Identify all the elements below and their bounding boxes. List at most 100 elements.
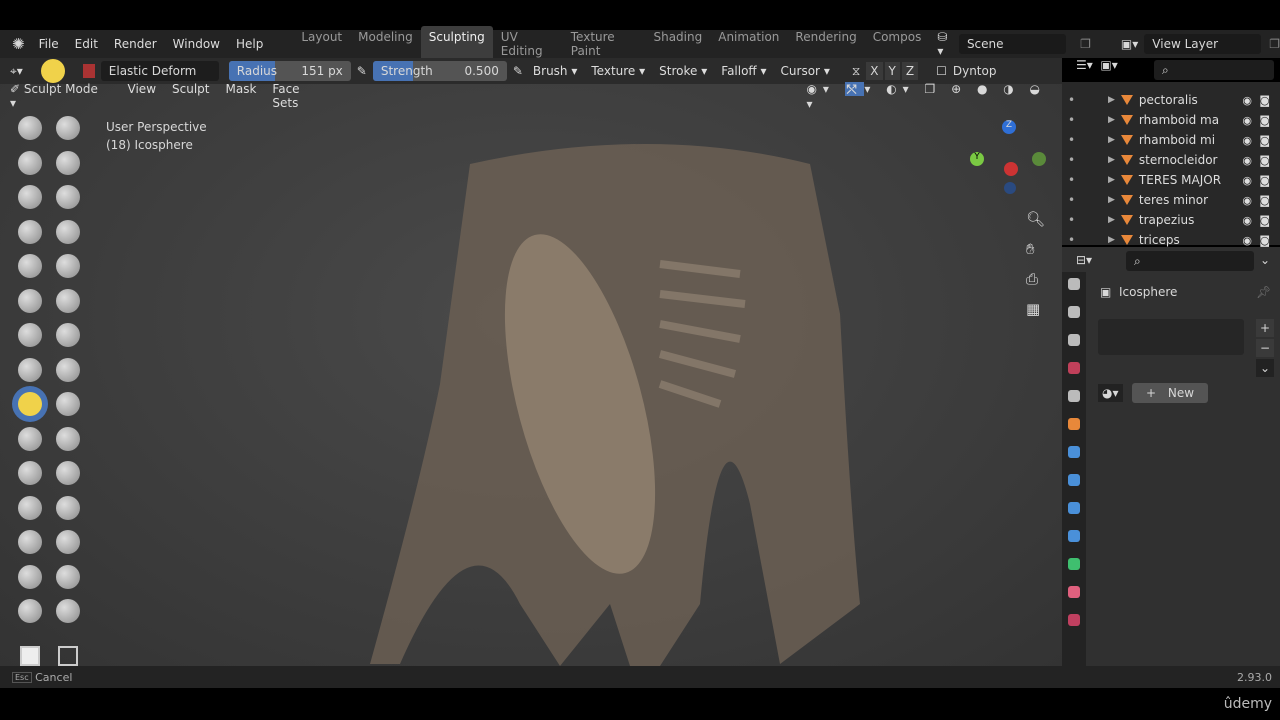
menu-file[interactable]: File	[31, 37, 67, 51]
view-layer-field[interactable]: View Layer	[1144, 34, 1262, 54]
properties-tab-icon[interactable]	[1068, 474, 1080, 486]
texture-dropdown[interactable]: Texture ▾	[587, 64, 649, 78]
menu-help[interactable]: Help	[228, 37, 271, 51]
sculpt-brush-icon[interactable]	[18, 495, 42, 520]
outliner-item[interactable]: • ▶ pectoralis ◉ ◙	[1062, 90, 1280, 110]
sculpt-brush-icon[interactable]	[18, 530, 42, 554]
scene-icon[interactable]: ⛁▾	[937, 30, 953, 58]
view-layer-icon[interactable]: ▣▾	[1121, 37, 1138, 51]
outliner-item[interactable]: • ▶ teres minor ◉ ◙	[1062, 190, 1280, 210]
strength-slider[interactable]: Strength 0.500	[372, 61, 507, 81]
falloff-dropdown[interactable]: Falloff ▾	[717, 64, 770, 78]
properties-tab-icon[interactable]	[1068, 278, 1080, 290]
render-camera-icon[interactable]: ◙	[1259, 94, 1270, 107]
properties-tab-icon[interactable]	[1068, 586, 1080, 598]
sculpt-brush-icon[interactable]	[56, 426, 80, 451]
sculpt-brush-icon[interactable]	[56, 357, 80, 382]
cursor-dropdown[interactable]: Cursor ▾	[777, 64, 834, 78]
sculpt-brush-icon[interactable]	[18, 288, 42, 313]
visibility-eye-icon[interactable]: ◉	[1242, 194, 1252, 207]
sculpt-brush-icon[interactable]	[56, 150, 80, 175]
sculpt-brush-icon[interactable]	[56, 288, 80, 313]
render-camera-icon[interactable]: ◙	[1259, 114, 1270, 127]
viewport-shading-icons[interactable]: ◉▾ ⤲ ▾ ◐▾ ❐ ⊕ ● ◑ ◒ ▾	[806, 81, 1062, 111]
properties-tab-icon[interactable]	[1068, 418, 1080, 430]
render-camera-icon[interactable]: ◙	[1259, 134, 1270, 147]
visibility-eye-icon[interactable]: ◉	[1242, 94, 1252, 107]
remove-slot-button[interactable]: −	[1256, 339, 1274, 357]
properties-tab-icon[interactable]	[1068, 306, 1080, 318]
sculpt-brush-icon[interactable]	[56, 599, 80, 623]
sculpt-brush-icon[interactable]	[56, 530, 80, 554]
outliner-display-mode[interactable]: ☰▾ ▣▾	[1076, 58, 1118, 72]
render-camera-icon[interactable]: ◙	[1259, 174, 1270, 187]
add-slot-button[interactable]: +	[1256, 319, 1274, 337]
sculpt-brush-icon[interactable]	[18, 185, 42, 209]
radius-slider[interactable]: Radius 151 px	[228, 61, 351, 81]
sculpt-brush-icon[interactable]	[18, 323, 42, 347]
visibility-eye-icon[interactable]: ◉	[1242, 214, 1252, 227]
properties-tab-icon[interactable]	[1068, 362, 1080, 374]
render-camera-icon[interactable]: ◙	[1259, 214, 1270, 227]
sculpt-brush-icon[interactable]	[56, 564, 80, 589]
symmetry-y-toggle[interactable]: Y	[884, 62, 900, 80]
sculpt-brush-icon[interactable]	[18, 564, 42, 589]
outliner-item[interactable]: • ▶ TERES MAJOR ◉ ◙	[1062, 170, 1280, 190]
sculpt-brush-icon[interactable]	[18, 357, 42, 382]
render-camera-icon[interactable]: ◙	[1259, 194, 1270, 207]
sculpt-brush-icon[interactable]	[56, 392, 80, 416]
zoom-icon[interactable]: 🔍︎	[1026, 204, 1045, 234]
sculpt-brush-icon[interactable]	[56, 461, 80, 485]
sculpt-brush-icon[interactable]	[18, 426, 42, 451]
sculpt-brush-icon[interactable]	[18, 254, 42, 278]
sculpt-brush-icon[interactable]	[18, 461, 42, 485]
viewport-menu-sculpt[interactable]: Sculpt	[164, 82, 217, 110]
mask-box-icon[interactable]	[20, 646, 40, 666]
properties-tab-icon[interactable]	[1068, 446, 1080, 458]
properties-tab-icon[interactable]	[1068, 614, 1080, 626]
tab-texture-paint[interactable]: Texture Paint	[563, 26, 646, 62]
scene-copy-icon[interactable]: ❐	[1080, 37, 1091, 51]
brush-name-field[interactable]: Elastic Deform	[100, 61, 219, 81]
outliner-item[interactable]: • ▶ rhamboid ma ◉ ◙	[1062, 110, 1280, 130]
blender-logo-icon[interactable]: ✺	[0, 35, 31, 53]
viewport-menu-view[interactable]: View	[120, 82, 164, 110]
3d-viewport[interactable]	[0, 84, 1062, 666]
tab-rendering[interactable]: Rendering	[787, 26, 864, 62]
view-layer-copy-icon[interactable]: ❐	[1269, 37, 1280, 51]
camera-icon[interactable]: ⎙	[1026, 264, 1045, 294]
sculpt-brush-icon[interactable]	[56, 323, 80, 347]
grid-icon[interactable]: ▦	[1026, 294, 1045, 324]
sculpt-mode-dropdown[interactable]: ✐ Sculpt Mode ▾	[10, 82, 116, 110]
options-chevron-icon[interactable]: ⌄	[1260, 253, 1270, 267]
sculpt-brush-icon[interactable]	[56, 254, 80, 278]
visibility-eye-icon[interactable]: ◉	[1242, 234, 1252, 247]
outliner-item[interactable]: • ▶ sternocleidor ◉ ◙	[1062, 150, 1280, 170]
properties-tab-icon[interactable]	[1068, 530, 1080, 542]
render-camera-icon[interactable]: ◙	[1259, 154, 1270, 167]
sculpt-brush-icon[interactable]	[56, 219, 80, 244]
navigation-gizmo[interactable]: Z Y	[966, 120, 1046, 200]
menu-window[interactable]: Window	[165, 37, 228, 51]
outliner-search[interactable]: ⌕	[1154, 60, 1274, 80]
properties-tab-icon[interactable]	[1068, 390, 1080, 402]
dyntopo-checkbox[interactable]: ☐	[936, 64, 947, 78]
outliner-item[interactable]: • ▶ rhamboid mi ◉ ◙	[1062, 130, 1280, 150]
tab-modeling[interactable]: Modeling	[350, 26, 421, 62]
properties-tab-icon[interactable]	[1068, 558, 1080, 570]
brush-texture-icon[interactable]	[82, 64, 95, 78]
stroke-dropdown[interactable]: Stroke ▾	[655, 64, 711, 78]
radius-pressure-icon[interactable]: ✎	[357, 64, 367, 78]
browse-material-icon[interactable]: ◕▾	[1098, 384, 1123, 402]
material-slot-list[interactable]	[1098, 319, 1244, 355]
sculpt-brush-icon[interactable]	[18, 150, 42, 175]
symmetry-x-toggle[interactable]: X	[866, 62, 883, 80]
editor-type-icon[interactable]: ⊟▾	[1076, 253, 1092, 267]
properties-tab-icon[interactable]	[1068, 502, 1080, 514]
visibility-eye-icon[interactable]: ◉	[1242, 134, 1252, 147]
menu-render[interactable]: Render	[106, 37, 165, 51]
new-material-button[interactable]: + New	[1132, 383, 1208, 403]
visibility-eye-icon[interactable]: ◉	[1242, 114, 1252, 127]
tab-layout[interactable]: Layout	[293, 26, 350, 62]
pan-hand-icon[interactable]: ✋︎	[1026, 234, 1045, 264]
